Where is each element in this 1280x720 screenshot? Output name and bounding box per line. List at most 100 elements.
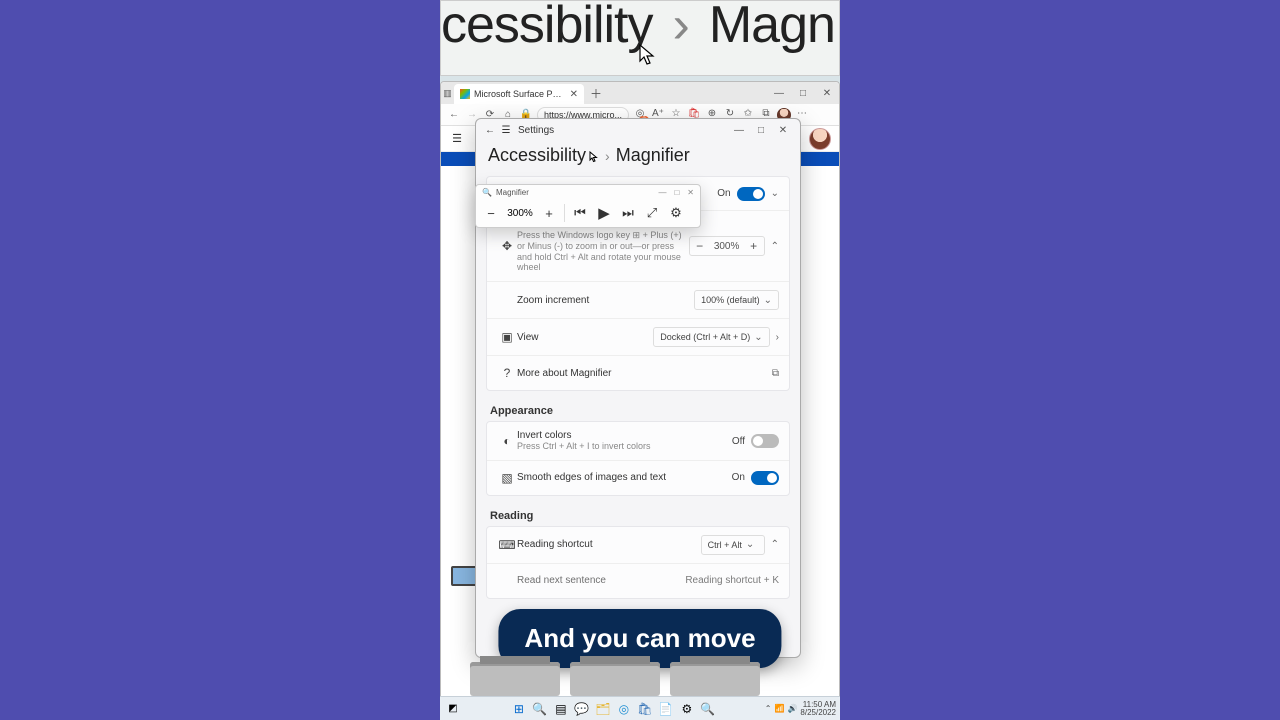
mag-maximize-button[interactable]: □	[674, 188, 679, 197]
browser-close-button[interactable]: ✕	[815, 88, 839, 99]
magnifier-toolbar-titlebar[interactable]: 🔍 Magnifier — □ ✕	[476, 185, 700, 199]
settings-maximize-button[interactable]: □	[750, 125, 772, 136]
view-select[interactable]: Docked (Ctrl + Alt + D) ⌄	[653, 327, 769, 347]
mag-play-icon[interactable]: ▶	[595, 204, 613, 222]
chevron-up-icon[interactable]: ⌃	[771, 539, 779, 550]
taskbar[interactable]: ◩ ⊞ 🔍 ▤ 💬 🗂 ◎ 🛍 📄 ⚙ 🔍 ⌃ 📶 🔊 11:50 AM 8/2…	[440, 696, 840, 720]
magnifier-toggle[interactable]	[737, 187, 765, 201]
mag-settings-gear-icon[interactable]: ⚙	[667, 205, 685, 221]
smooth-toggle[interactable]	[751, 471, 779, 485]
browser-minimize-button[interactable]: —	[767, 88, 791, 99]
zoomed-breadcrumb-parent: cessibility	[441, 0, 653, 55]
invert-toggle[interactable]	[751, 434, 779, 448]
more-about-row[interactable]: ? More about Magnifier ⧉	[487, 356, 789, 390]
taskbar-explorer-icon[interactable]: 🗂	[594, 700, 611, 717]
view-value: Docked (Ctrl + Alt + D)	[660, 332, 750, 342]
move-icon: ✥	[497, 239, 517, 253]
new-tab-button[interactable]: ＋	[584, 85, 608, 102]
browser-tabstrip: ▥ Microsoft Surface PCs, Compute ✕ ＋ — □…	[441, 82, 839, 104]
settings-back-icon[interactable]: ←	[482, 125, 498, 136]
tab-actions-icon[interactable]: ▥	[441, 88, 454, 99]
tray-volume-icon[interactable]: 🔊	[787, 704, 797, 713]
tray-chevron-icon[interactable]: ⌃	[765, 704, 772, 713]
settings-titlebar[interactable]: ← ☰ Settings — □ ✕	[476, 119, 800, 141]
chevron-down-icon: ⌄	[764, 295, 772, 306]
zoom-increment-select[interactable]: 100% (default) ⌄	[694, 290, 779, 310]
reading-shortcut-label: Reading shortcut	[517, 539, 701, 550]
zoom-in-button[interactable]: +	[744, 239, 764, 253]
task-view-icon[interactable]: ▤	[552, 700, 569, 717]
read-next-value: Reading shortcut + K	[685, 575, 779, 586]
reading-shortcut-row[interactable]: ⌨ Reading shortcut Ctrl + Alt ⌄ ⌃	[487, 527, 789, 564]
breadcrumb: Accessibility › Magnifier	[476, 141, 800, 176]
zoom-increment-label: Zoom increment	[517, 295, 694, 306]
view-icon: ▣	[497, 330, 517, 344]
reading-header: Reading	[486, 502, 790, 526]
image-icon: ▧	[497, 471, 517, 485]
keyboard-icon: ⌨	[497, 538, 517, 552]
browser-tab[interactable]: Microsoft Surface PCs, Compute ✕	[454, 84, 584, 104]
invert-icon: ◐	[497, 434, 517, 448]
tab-close-icon[interactable]: ✕	[570, 89, 578, 100]
product-image	[570, 662, 660, 696]
invert-colors-row[interactable]: ◐ Invert colors Press Ctrl + Alt + I to …	[487, 422, 789, 461]
settings-nav-icon[interactable]: ☰	[498, 125, 514, 136]
nav-back-icon[interactable]: ←	[447, 109, 461, 120]
breadcrumb-chevron-icon: ›	[605, 148, 610, 164]
taskbar-edge-icon[interactable]: ◎	[615, 700, 632, 717]
taskbar-chat-icon[interactable]: 💬	[573, 700, 590, 717]
magnifier-state-label: On	[717, 188, 730, 199]
reading-card: ⌨ Reading shortcut Ctrl + Alt ⌄ ⌃ Read n…	[486, 526, 790, 599]
view-row[interactable]: ▣ View Docked (Ctrl + Alt + D) ⌄ ›	[487, 319, 789, 356]
zoom-out-button[interactable]: −	[690, 239, 710, 253]
zoom-level-stepper[interactable]: − 300% +	[689, 236, 765, 256]
mag-zoom-in-button[interactable]: +	[540, 206, 558, 221]
smooth-edges-row[interactable]: ▧ Smooth edges of images and text On	[487, 461, 789, 495]
mag-minimize-button[interactable]: —	[658, 188, 666, 197]
smooth-label: Smooth edges of images and text	[517, 472, 732, 483]
chevron-down-icon: ⌄	[754, 332, 762, 343]
chevron-right-icon[interactable]: ›	[776, 332, 779, 343]
magnifier-toolbar[interactable]: 🔍 Magnifier — □ ✕ − 300% + ⏮ ▶ ⏭ ⤢ ⚙	[475, 184, 701, 228]
chevron-up-icon[interactable]: ⌃	[771, 241, 779, 252]
invert-state-label: Off	[732, 436, 745, 447]
tray-wifi-icon[interactable]: 📶	[774, 704, 784, 713]
page-product-strip	[440, 656, 840, 696]
settings-minimize-button[interactable]: —	[728, 125, 750, 136]
tab-favicon-icon	[460, 89, 470, 99]
taskbar-widgets-icon[interactable]: ◩	[444, 703, 462, 714]
start-button[interactable]: ⊞	[510, 700, 527, 717]
chevron-down-icon[interactable]: ⌄	[771, 188, 779, 199]
mag-close-button[interactable]: ✕	[687, 188, 694, 197]
breadcrumb-current: Magnifier	[616, 145, 690, 166]
reading-shortcut-select[interactable]: Ctrl + Alt ⌄	[701, 535, 765, 555]
settings-body[interactable]: 🔍 Magnifier On ⌄ ✥ Zoom level Press the …	[476, 176, 800, 657]
magnifier-toolbar-title: Magnifier	[496, 188, 529, 197]
taskbar-magnifier-icon[interactable]: 🔍	[699, 700, 716, 717]
browser-maximize-button[interactable]: □	[791, 88, 815, 99]
appearance-card: ◐ Invert colors Press Ctrl + Alt + I to …	[486, 421, 790, 496]
taskbar-clock[interactable]: 11:50 AM 8/25/2022	[800, 701, 836, 717]
product-image	[670, 662, 760, 696]
breadcrumb-parent[interactable]: Accessibility	[488, 145, 586, 166]
taskbar-settings-icon[interactable]: ⚙	[678, 700, 695, 717]
magnifier-docked-view: cessibility › Magn	[440, 0, 840, 76]
mag-zoom-value: 300%	[506, 208, 534, 219]
taskbar-store-icon[interactable]: 🛍	[636, 700, 653, 717]
zoomed-breadcrumb-chevron-icon: ›	[673, 0, 689, 55]
zoom-increment-value: 100% (default)	[701, 295, 760, 305]
chevron-down-icon: ⌄	[746, 539, 754, 550]
settings-app-name: Settings	[518, 125, 554, 136]
read-next-label: Read next sentence	[517, 575, 685, 586]
mag-next-icon[interactable]: ⏭	[619, 205, 637, 221]
settings-close-button[interactable]: ✕	[772, 125, 794, 136]
mag-zoom-out-button[interactable]: −	[482, 206, 500, 221]
mag-prev-icon[interactable]: ⏮	[571, 205, 589, 221]
mag-read-cursor-icon[interactable]: ⤢	[643, 205, 661, 221]
invert-desc: Press Ctrl + Alt + I to invert colors	[517, 441, 732, 452]
taskbar-search-icon[interactable]: 🔍	[531, 700, 548, 717]
site-menu-icon[interactable]: ☰	[449, 132, 465, 145]
taskbar-word-icon[interactable]: 📄	[657, 700, 674, 717]
site-account-avatar-icon[interactable]	[809, 128, 831, 150]
smooth-state-label: On	[732, 472, 745, 483]
